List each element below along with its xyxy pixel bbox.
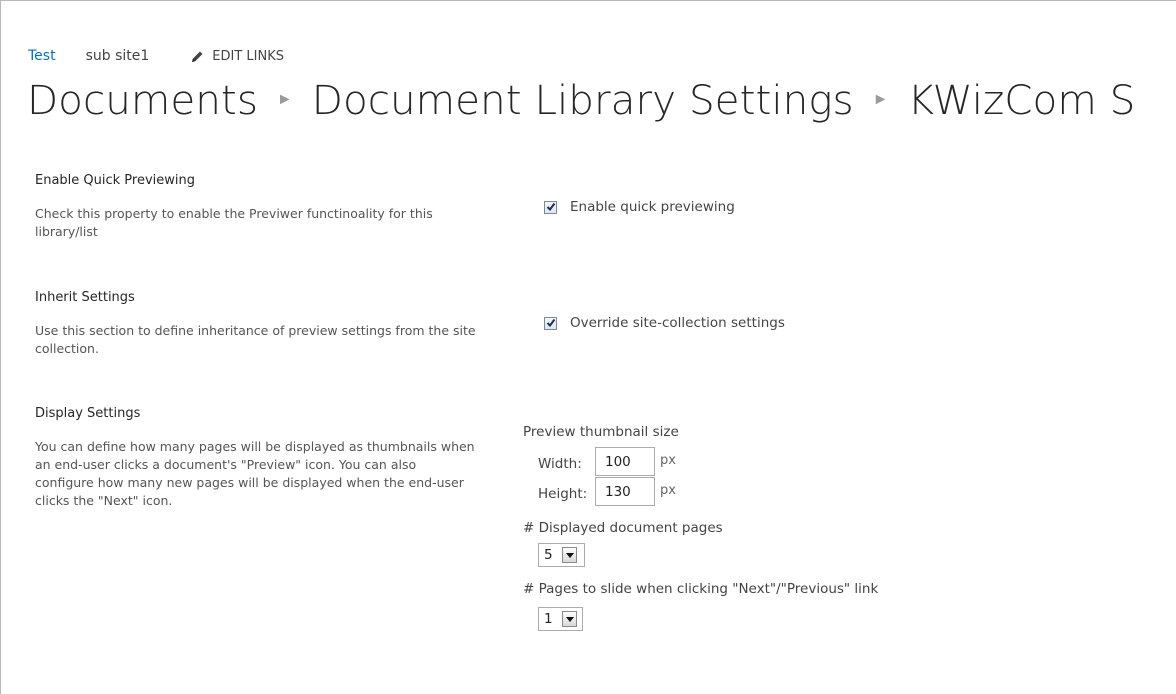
enable-quick-preview-row: Enable quick previewing xyxy=(544,199,735,215)
slide-pages-select[interactable]: 1 xyxy=(538,607,583,631)
enable-quick-preview-checkbox[interactable] xyxy=(544,200,557,214)
edit-links-label: EDIT LINKS xyxy=(212,48,284,64)
page-title-breadcrumb: Documents ► Document Library Settings ► KWiz… xyxy=(27,76,1135,132)
breadcrumb-current-page: KWizCom S xyxy=(907,76,1136,124)
checkmark-icon xyxy=(546,202,555,212)
section-title-display: Display Settings xyxy=(35,406,141,421)
slide-pages-value: 1 xyxy=(544,611,553,627)
chevron-right-icon: ► xyxy=(276,89,293,108)
chevron-right-icon: ► xyxy=(872,89,889,108)
override-settings-checkbox[interactable] xyxy=(544,316,557,330)
override-settings-label[interactable]: Override site-collection settings xyxy=(570,315,785,331)
width-input[interactable]: 100 xyxy=(595,447,655,476)
top-link-sub-site1[interactable]: sub site1 xyxy=(86,48,150,64)
section-desc-quick-preview: Check this property to enable the Previw… xyxy=(35,206,433,239)
section-title-quick-preview: Enable Quick Previewing xyxy=(35,173,196,188)
displayed-pages-label: # Displayed document pages xyxy=(523,520,723,536)
height-unit: px xyxy=(660,483,676,498)
displayed-pages-select[interactable]: 5 xyxy=(538,543,585,567)
width-unit: px xyxy=(660,453,676,468)
enable-quick-preview-label[interactable]: Enable quick previewing xyxy=(570,199,735,215)
top-link-test[interactable]: Test xyxy=(28,48,56,64)
edit-links-button[interactable]: EDIT LINKS xyxy=(191,49,284,64)
section-desc-display: You can define how many pages will be di… xyxy=(35,439,475,508)
triangle-down-icon[interactable] xyxy=(562,611,577,627)
override-settings-row: Override site-collection settings xyxy=(544,315,785,331)
top-link-bar: Test sub site1 EDIT LINKS xyxy=(28,46,284,66)
breadcrumb-library-settings[interactable]: Document Library Settings xyxy=(312,76,854,124)
displayed-pages-value: 5 xyxy=(544,547,553,563)
window-top-border xyxy=(0,0,1176,1)
section-title-inherit: Inherit Settings xyxy=(35,290,135,305)
window-left-border xyxy=(0,0,1,694)
slide-pages-label: # Pages to slide when clicking "Next"/"P… xyxy=(523,581,879,597)
height-label: Height: xyxy=(538,486,588,502)
triangle-down-icon[interactable] xyxy=(562,547,577,563)
section-desc-inherit: Use this section to define inheritance o… xyxy=(35,323,476,356)
pencil-icon xyxy=(192,51,203,62)
height-input[interactable]: 130 xyxy=(595,477,655,506)
breadcrumb-documents[interactable]: Documents xyxy=(27,76,258,124)
width-label: Width: xyxy=(538,456,582,472)
checkmark-icon xyxy=(546,318,555,328)
thumbnail-size-label: Preview thumbnail size xyxy=(523,424,679,440)
